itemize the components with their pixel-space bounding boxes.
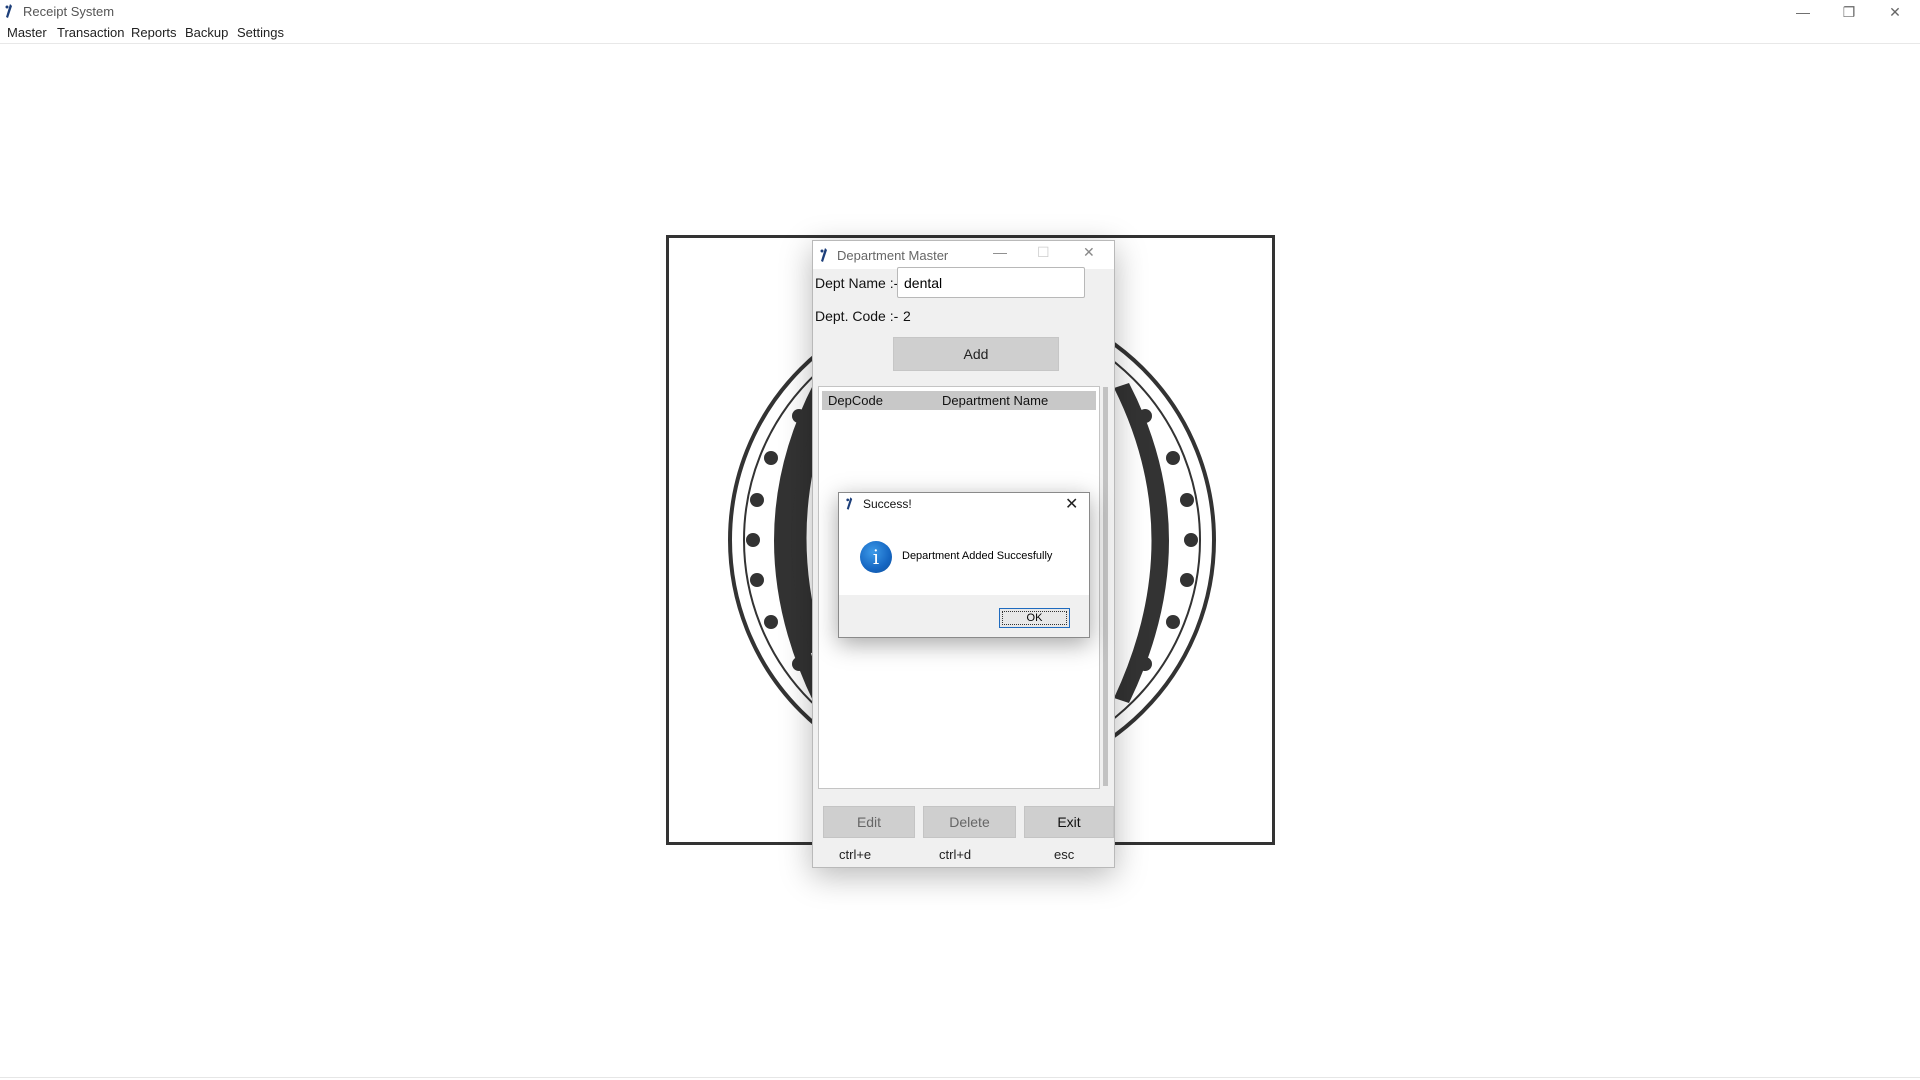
success-message-dialog: Success! ✕ i Department Added Succesfull… bbox=[838, 492, 1090, 638]
list-scrollbar[interactable] bbox=[1101, 386, 1109, 787]
delete-button[interactable]: Delete bbox=[923, 806, 1016, 838]
menu-backup[interactable]: Backup bbox=[185, 25, 228, 40]
info-icon: i bbox=[860, 541, 892, 573]
app-icon bbox=[820, 248, 827, 262]
close-icon[interactable]: ✕ bbox=[1065, 494, 1078, 514]
minimize-window-button[interactable]: — bbox=[1780, 0, 1826, 24]
menu-master[interactable]: Master bbox=[7, 25, 47, 40]
dialog-title: Department Master bbox=[837, 248, 949, 263]
app-title: Receipt System bbox=[23, 4, 115, 19]
dept-code-value: 2 bbox=[903, 308, 911, 324]
menu-bar: Master Transaction Reports Backup Settin… bbox=[0, 24, 1920, 44]
ok-button[interactable]: OK bbox=[999, 608, 1070, 628]
edit-shortcut-hint: ctrl+e bbox=[839, 847, 872, 862]
add-button[interactable]: Add bbox=[893, 337, 1059, 371]
scrollbar-thumb[interactable] bbox=[1103, 387, 1108, 786]
message-title: Success! bbox=[863, 497, 912, 511]
close-window-button[interactable]: ✕ bbox=[1872, 0, 1918, 24]
dept-code-label: Dept. Code :- bbox=[815, 308, 899, 324]
menu-transaction[interactable]: Transaction bbox=[57, 25, 124, 40]
menu-settings[interactable]: Settings bbox=[237, 25, 284, 40]
dept-name-label: Dept Name :- bbox=[815, 275, 899, 291]
exit-button[interactable]: Exit bbox=[1024, 806, 1114, 838]
maximize-icon: ☐ bbox=[1037, 244, 1050, 260]
list-header: DepCode Department Name bbox=[822, 391, 1096, 410]
delete-shortcut-hint: ctrl+d bbox=[939, 847, 972, 862]
column-header-department-name[interactable]: Department Name bbox=[942, 393, 1048, 408]
dialog-titlebar: Department Master — ☐ ✕ bbox=[813, 241, 1114, 269]
column-header-depcode[interactable]: DepCode bbox=[828, 393, 883, 408]
close-icon[interactable]: ✕ bbox=[1083, 244, 1095, 261]
restore-window-button[interactable]: ❐ bbox=[1826, 0, 1872, 24]
app-icon bbox=[5, 4, 12, 18]
main-titlebar: Receipt System — ❐ ✕ bbox=[0, 0, 1920, 24]
exit-shortcut-hint: esc bbox=[1054, 847, 1075, 862]
app-icon bbox=[846, 497, 853, 510]
menu-reports[interactable]: Reports bbox=[131, 25, 177, 40]
message-text: Department Added Succesfully bbox=[902, 550, 1053, 562]
dept-name-input[interactable] bbox=[897, 267, 1085, 298]
bottom-divider bbox=[0, 1077, 1920, 1078]
edit-button[interactable]: Edit bbox=[823, 806, 915, 838]
minimize-icon[interactable]: — bbox=[993, 244, 1007, 260]
